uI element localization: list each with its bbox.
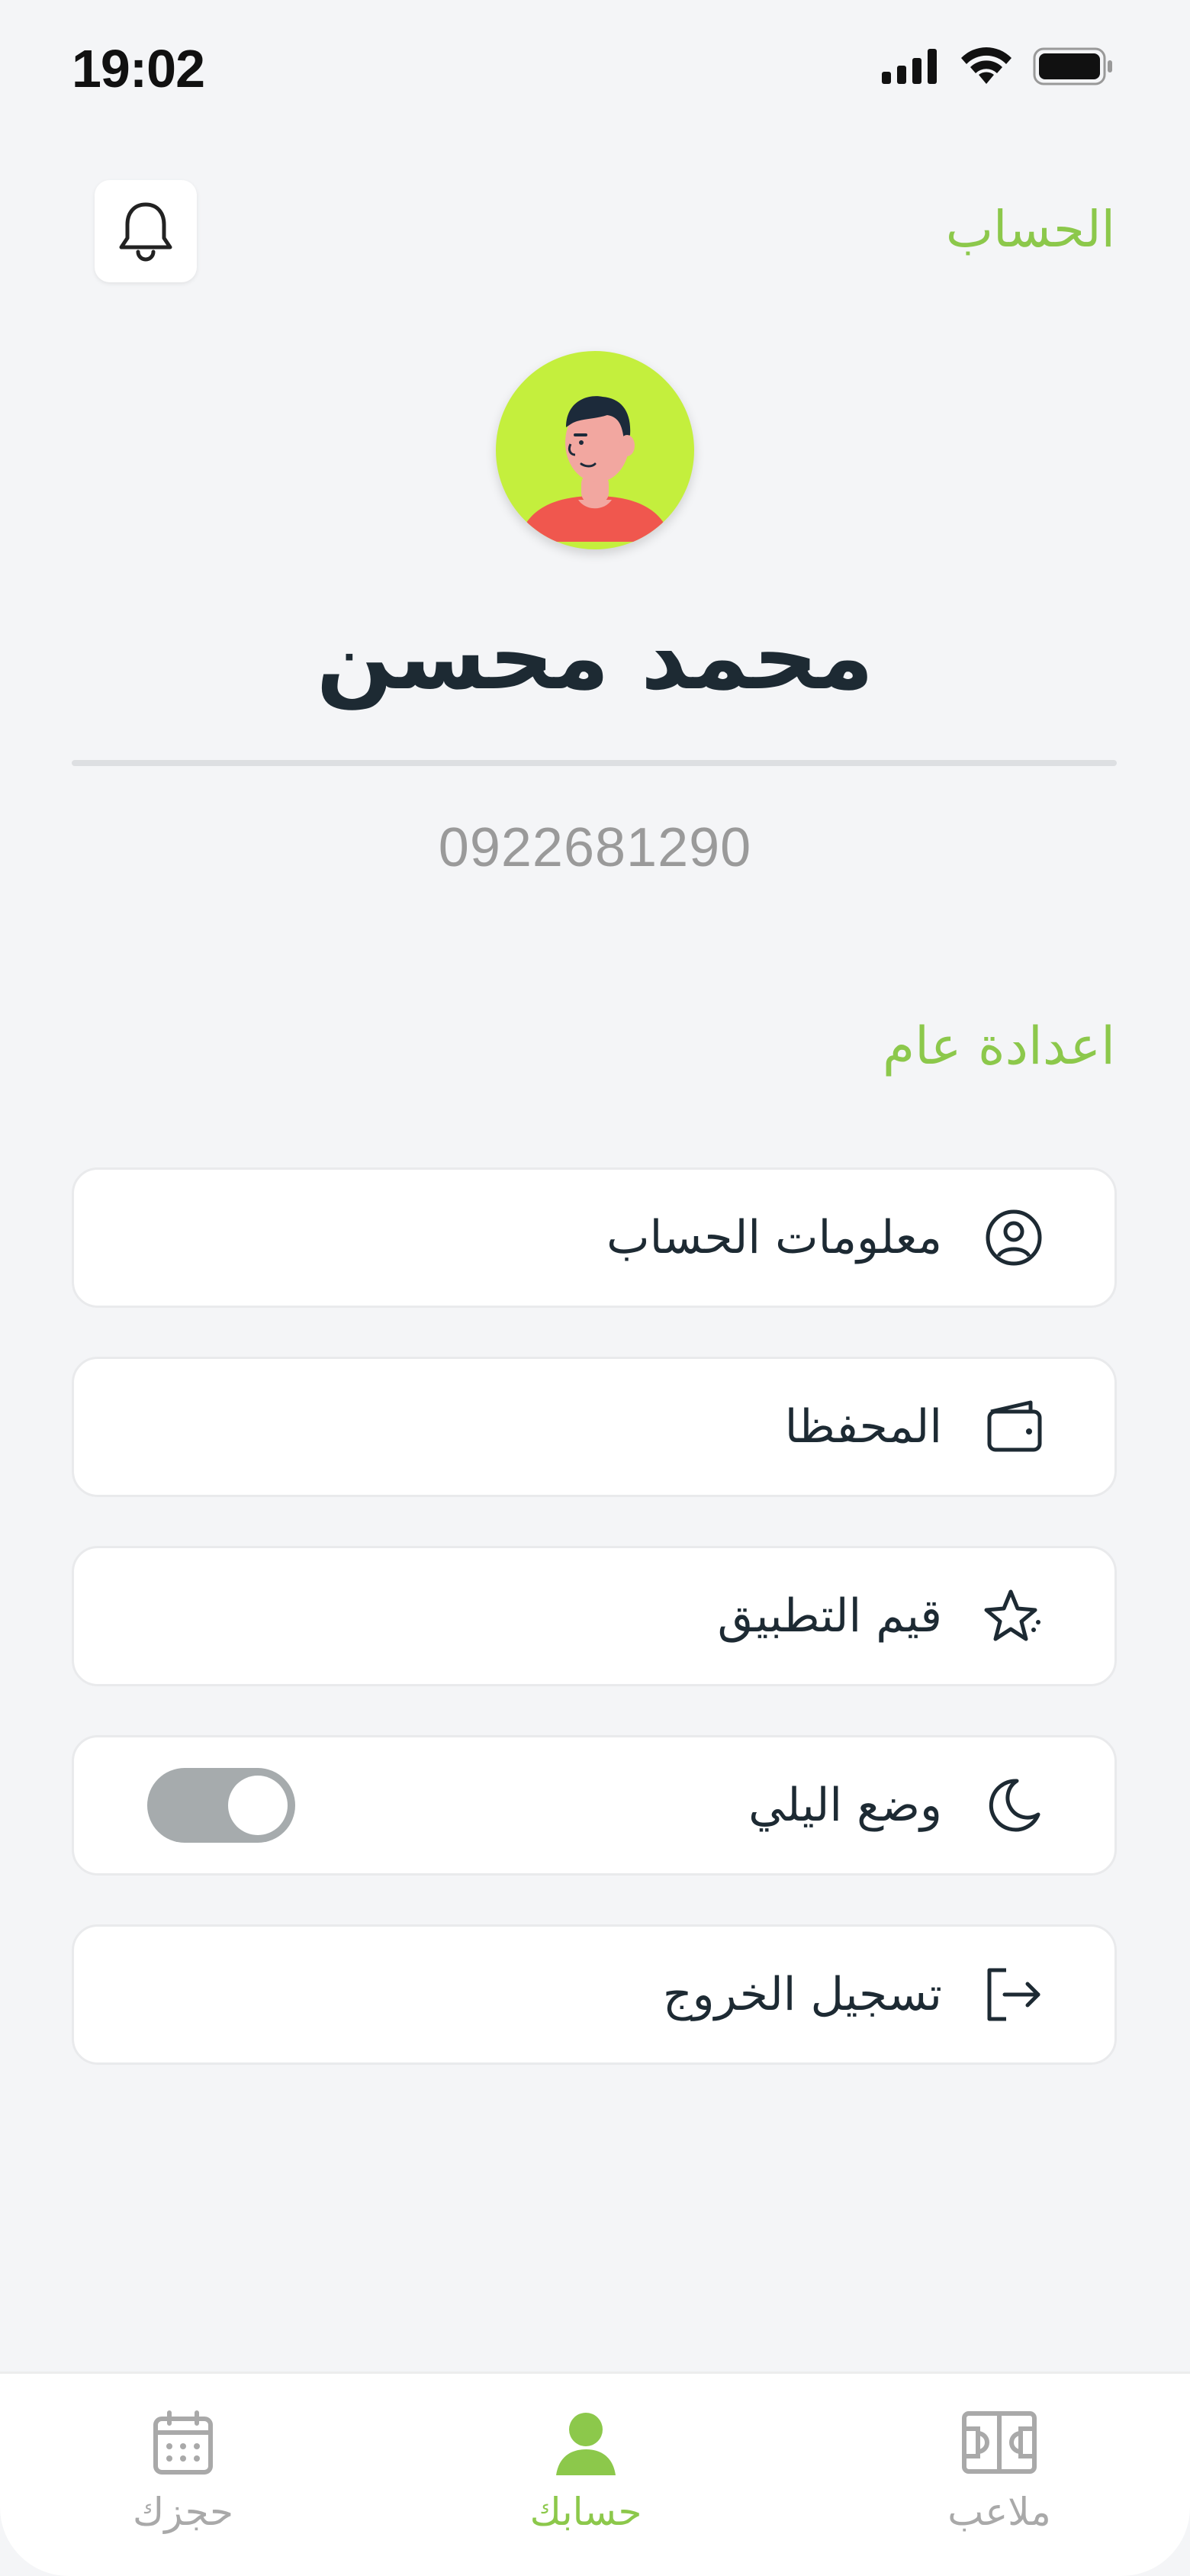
status-time: 19:02 <box>72 39 205 98</box>
bottom-nav: ملاعب حسابك حجزك <box>0 2372 1190 2576</box>
section-title: اعدادة عام <box>883 1016 1115 1077</box>
status-icons <box>882 47 1114 85</box>
menu-item-account-info[interactable]: معلومات الحساب <box>72 1167 1117 1308</box>
toggle-knob <box>228 1776 288 1835</box>
avatar[interactable] <box>496 351 694 549</box>
menu-item-logout[interactable]: تسجيل الخروج <box>72 1924 1117 2065</box>
menu-item-label: معلومات الحساب <box>606 1211 942 1264</box>
account-screen: 19:02 الحساب محمد محسن 0922681290 اعدادة… <box>0 0 1190 2576</box>
avatar-illustration <box>519 396 671 542</box>
menu-item-label: وضع اليلي <box>748 1779 942 1832</box>
nav-item-account[interactable]: حسابك <box>471 2404 700 2534</box>
nav-label: حجزك <box>133 2490 233 2534</box>
notifications-button[interactable] <box>95 180 197 282</box>
page-title: الحساب <box>945 200 1115 259</box>
wifi-icon <box>961 47 1011 84</box>
wallet-icon <box>982 1395 1046 1459</box>
moon-icon <box>982 1773 1046 1837</box>
nav-label: حسابك <box>529 2490 642 2534</box>
menu-item-wallet[interactable]: المحفظا <box>72 1357 1117 1497</box>
user-icon <box>556 2413 616 2475</box>
court-icon <box>962 2411 1037 2474</box>
divider <box>72 760 1117 766</box>
phone-number: 0922681290 <box>438 817 752 878</box>
nav-item-courts[interactable]: ملاعب <box>885 2404 1114 2534</box>
signal-icon <box>882 49 937 84</box>
user-name: محمد محسن <box>316 604 874 710</box>
star-icon <box>982 1584 1046 1648</box>
menu-item-rate-app[interactable]: قيم التطبيق <box>72 1546 1117 1686</box>
user-circle-icon <box>982 1206 1046 1270</box>
menu-item-label: المحفظا <box>784 1400 942 1454</box>
bell-icon <box>119 202 172 262</box>
logout-icon <box>982 1963 1046 2027</box>
night-mode-toggle[interactable] <box>147 1768 295 1843</box>
nav-item-bookings[interactable]: حجزك <box>69 2404 298 2534</box>
menu-item-label: قيم التطبيق <box>717 1589 942 1643</box>
nav-label: ملاعب <box>947 2490 1051 2534</box>
menu-item-night-mode[interactable]: وضع اليلي <box>72 1735 1117 1876</box>
battery-icon <box>1033 47 1112 85</box>
menu-item-label: تسجيل الخروج <box>662 1968 942 2021</box>
calendar-icon <box>153 2410 213 2475</box>
